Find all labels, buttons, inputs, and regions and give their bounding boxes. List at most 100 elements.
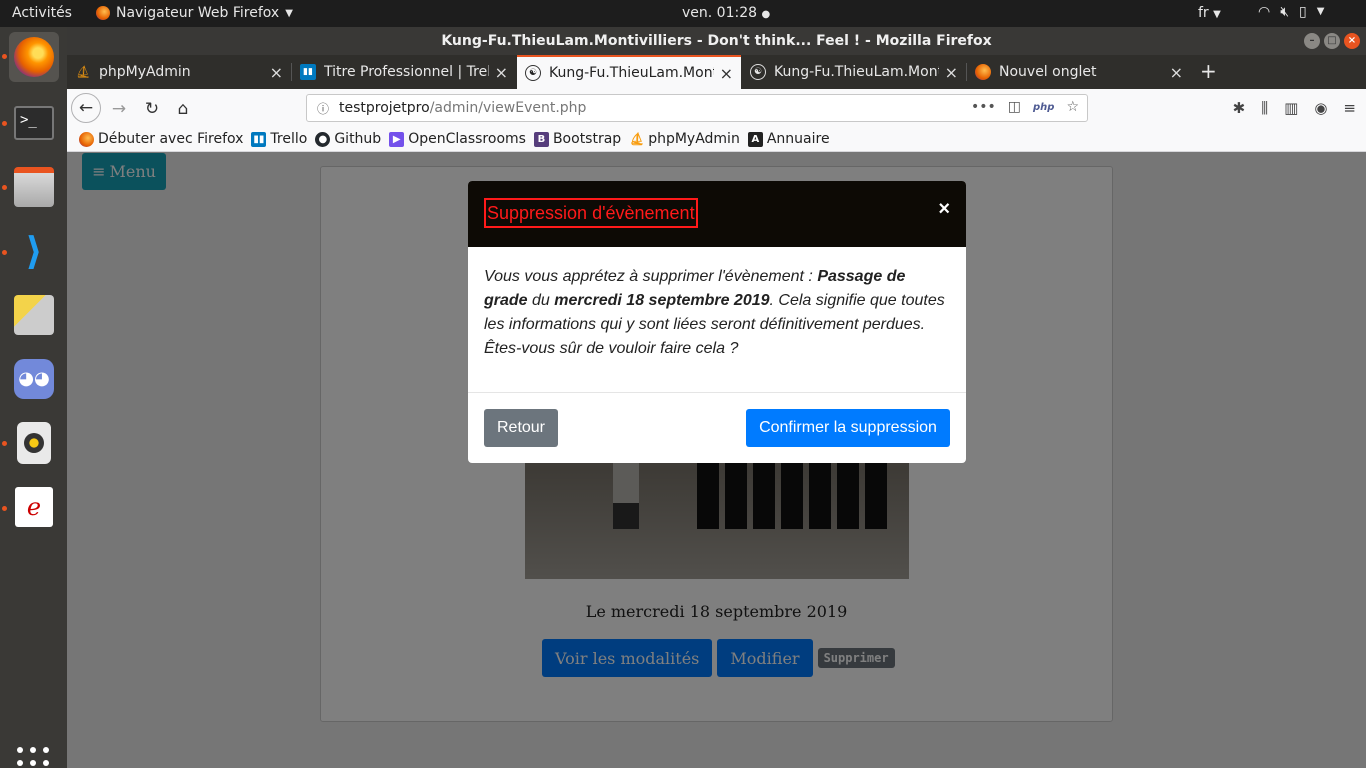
back-arrow-icon[interactable]: ←	[71, 93, 101, 123]
toolbar-right: ✱ ⫼ ▥ ◉ ≡	[1233, 99, 1356, 117]
app-menu[interactable]: Navigateur Web Firefox ▼	[96, 5, 293, 21]
modal-text-part: Vous vous apprétez à supprimer l'évèneme…	[484, 268, 818, 285]
close-tab-icon[interactable]: ×	[495, 63, 508, 82]
bookmark-phpmyadmin[interactable]: ⛵︎ phpMyAdmin	[629, 131, 740, 147]
tab-kungfu[interactable]: ☯︎ Kung-Fu.ThieuLam.Montivilliers ×	[742, 55, 966, 89]
trello-icon: ▮▮	[300, 64, 316, 80]
modal-body: Vous vous apprétez à supprimer l'évèneme…	[484, 265, 950, 361]
dock-bleachbit[interactable]	[9, 290, 59, 340]
close-tab-icon[interactable]: ×	[270, 63, 283, 82]
window-controls: – □ ×	[1304, 33, 1360, 49]
discord-icon: ◕◕	[14, 359, 54, 399]
bootstrap-icon: B	[533, 131, 549, 147]
dock-files[interactable]	[9, 162, 59, 212]
firefox-icon	[14, 37, 54, 77]
activities-button[interactable]: Activités	[12, 5, 72, 21]
tab-phpmyadmin[interactable]: ⛵︎ phpMyAdmin ×	[67, 55, 291, 89]
speaker-icon	[17, 422, 51, 464]
system-tray[interactable]: ◠ 🔇︎ ▯ ▼	[1258, 4, 1324, 20]
info-icon[interactable]: ⓘ	[317, 100, 329, 117]
bookmark-trello[interactable]: ▮▮ Trello	[251, 131, 307, 147]
back-button[interactable]: Retour	[484, 409, 558, 447]
maximize-icon[interactable]: □	[1324, 33, 1340, 49]
bookmark-star-icon[interactable]: ☆	[1066, 99, 1079, 115]
close-tab-icon[interactable]: ×	[720, 64, 733, 83]
dock-discord[interactable]: ◕◕	[9, 354, 59, 404]
dock-vscode[interactable]: ⟩	[9, 226, 59, 276]
tab-label: Titre Professionnel | Trello	[324, 64, 489, 80]
bookmark-github[interactable]: ● Github	[315, 131, 381, 147]
bookmarks-bar: Débuter avec Firefox ▮▮ Trello ● Github …	[67, 127, 1366, 152]
close-tab-icon[interactable]: ×	[1170, 63, 1183, 82]
dock-document-viewer[interactable]: ℯ	[9, 482, 59, 532]
url-path: /admin/viewEvent.php	[429, 100, 587, 116]
url-bar-actions: ••• ◫ php ☆	[971, 99, 1079, 115]
wifi-icon: ◠	[1258, 4, 1271, 20]
navigation-bar: ← → ↻ ⌂ ⓘ testprojetpro/admin/viewEvent.…	[67, 89, 1366, 127]
extensions-icon[interactable]: ✱	[1233, 99, 1246, 117]
url-host: testprojetpro	[339, 100, 430, 116]
chevron-down-icon: ▼	[1316, 6, 1325, 17]
running-indicator	[2, 441, 7, 446]
home-icon[interactable]: ⌂	[169, 95, 197, 123]
minimize-icon[interactable]: –	[1304, 33, 1320, 49]
tab-label: Nouvel onglet	[999, 64, 1097, 80]
reload-icon[interactable]: ↻	[138, 95, 166, 123]
new-tab-icon[interactable]: +	[1200, 59, 1217, 83]
pdf-viewer-icon: ℯ	[15, 487, 53, 527]
tab-label: Kung-Fu.ThieuLam.Montivilliers	[549, 65, 714, 81]
forward-arrow-icon[interactable]: →	[105, 95, 133, 123]
tab-label: Kung-Fu.ThieuLam.Montivilliers	[774, 64, 939, 80]
bookmark-debuter-firefox[interactable]: Débuter avec Firefox	[79, 131, 243, 147]
bookmark-annuaire[interactable]: A Annuaire	[747, 131, 830, 147]
confirm-delete-button[interactable]: Confirmer la suppression	[746, 409, 950, 447]
library-icon[interactable]: ⫼	[1261, 99, 1268, 117]
tab-label: phpMyAdmin	[99, 64, 191, 80]
sidebar-icon[interactable]: ▥	[1284, 99, 1298, 117]
modal-text-part: du	[527, 292, 555, 309]
bookmark-label: OpenClassrooms	[408, 131, 526, 147]
account-icon[interactable]: ◉	[1314, 99, 1327, 117]
bookmark-label: Annuaire	[766, 131, 830, 147]
notification-dot-icon: ●	[761, 9, 771, 20]
url-bar[interactable]: ⓘ testprojetpro/admin/viewEvent.php ••• …	[306, 94, 1088, 122]
tab-new-tab[interactable]: Nouvel onglet ×	[967, 55, 1191, 89]
bookmark-label: Bootstrap	[552, 131, 622, 147]
hamburger-menu-icon[interactable]: ≡	[1343, 99, 1356, 117]
firefox-icon	[96, 6, 110, 20]
dock-rhythmbox[interactable]	[9, 418, 59, 468]
url-text: testprojetpro/admin/viewEvent.php	[339, 100, 586, 116]
bookmark-bootstrap[interactable]: B Bootstrap	[533, 131, 622, 147]
more-actions-icon[interactable]: •••	[971, 99, 996, 115]
clock-text: ven. 01:28	[682, 5, 758, 21]
delete-event-modal: Suppression d'évènement × Vous vous appr…	[468, 181, 966, 463]
close-tab-icon[interactable]: ×	[945, 63, 958, 82]
language-indicator[interactable]: fr ▼	[1198, 5, 1221, 21]
dock: >_ ⟩ ◕◕ ℯ	[0, 27, 67, 768]
battery-icon: ▯	[1299, 4, 1307, 20]
php-extension-icon[interactable]: php	[1033, 102, 1054, 115]
terminal-icon: >_	[14, 106, 54, 140]
tab-trello[interactable]: ▮▮ Titre Professionnel | Trello ×	[292, 55, 516, 89]
bookmark-label: Débuter avec Firefox	[98, 131, 244, 147]
tab-kungfu-active[interactable]: ☯︎ Kung-Fu.ThieuLam.Montivilliers ×	[517, 55, 741, 89]
vscode-icon: ⟩	[25, 229, 43, 273]
show-applications-icon[interactable]	[17, 747, 49, 768]
site-icon: ☯︎	[525, 65, 541, 81]
trello-icon: ▮▮	[251, 131, 267, 147]
close-icon[interactable]: ×	[938, 198, 950, 221]
github-icon: ●	[315, 131, 331, 147]
close-window-icon[interactable]: ×	[1344, 33, 1360, 49]
modal-title: Suppression d'évènement	[484, 198, 698, 228]
dock-firefox[interactable]	[9, 32, 59, 82]
window-title: Kung-Fu.ThieuLam.Montivilliers - Don't t…	[441, 33, 992, 49]
running-indicator	[2, 185, 7, 190]
bookmark-openclassrooms[interactable]: ▶ OpenClassrooms	[389, 131, 526, 147]
window-title-bar: Kung-Fu.ThieuLam.Montivilliers - Don't t…	[67, 27, 1366, 55]
pocket-icon[interactable]: ◫	[1008, 99, 1021, 115]
chevron-down-icon: ▼	[285, 7, 293, 19]
broom-icon	[14, 295, 54, 335]
dock-terminal[interactable]: >_	[9, 98, 59, 148]
chevron-down-icon: ▼	[1213, 9, 1221, 20]
clock[interactable]: ven. 01:28 ●	[682, 5, 770, 21]
